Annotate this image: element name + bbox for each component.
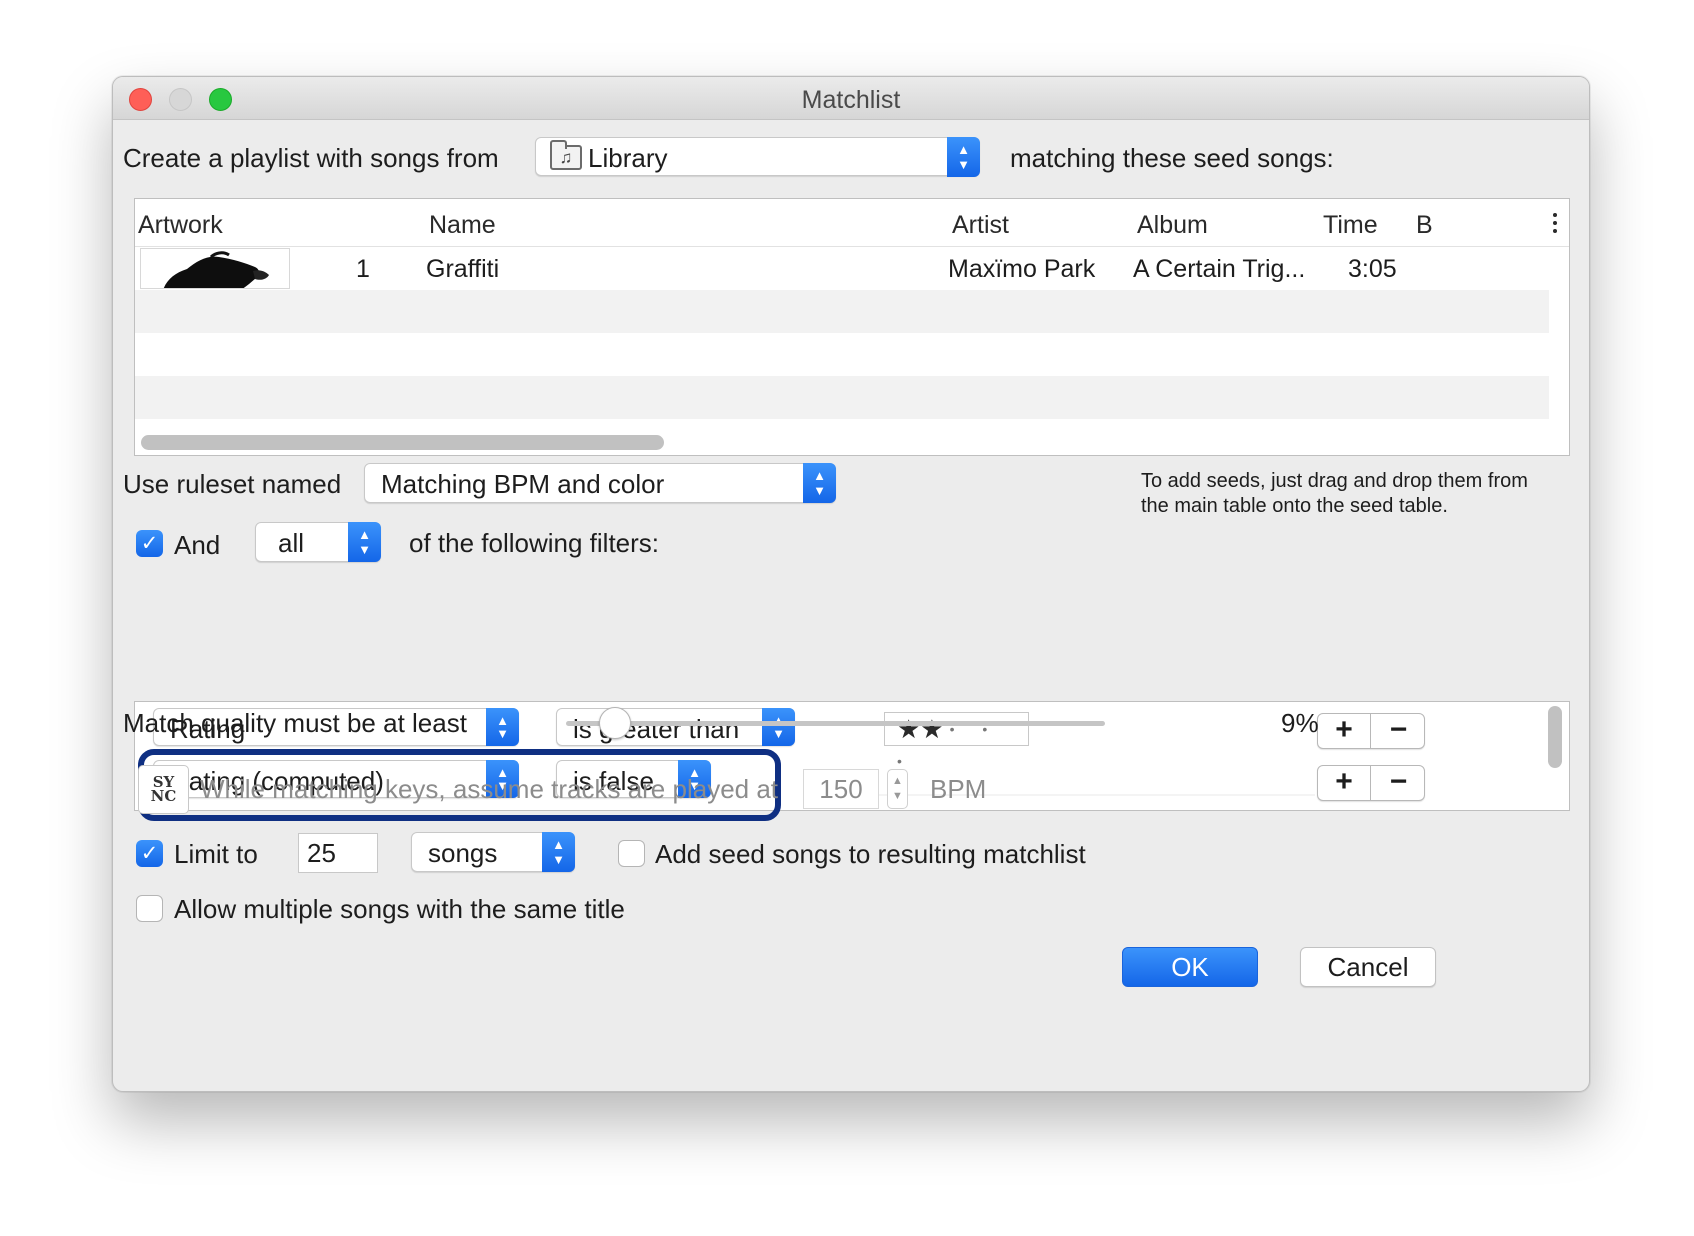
ok-button[interactable]: OK [1122,947,1258,987]
library-folder-icon: ♫ [550,140,582,170]
match-quality-slider-knob[interactable] [598,707,631,739]
track-album: A Certain Trig... [1133,255,1306,283]
seed-hint-line-1: To add seeds, just drag and drop them fr… [1141,470,1528,492]
popup-arrows-icon: ▲▼ [542,832,575,872]
allow-duplicates-label: Allow multiple songs with the same title [174,894,625,924]
title-bar[interactable]: Matchlist [113,77,1589,120]
filters-vertical-scrollbar[interactable] [1548,706,1562,768]
source-suffix-label: matching these seed songs: [1010,143,1334,173]
popup-arrows-icon: ▲▼ [762,708,795,746]
column-header-time[interactable]: Time [1323,211,1378,240]
track-artist: Maxïmo Park [948,255,1096,283]
filter-2-add-button[interactable]: + [1318,766,1371,800]
filled-stars-icon: ★★ [897,714,944,744]
seed-hint-text: To add seeds, just drag and drop them fr… [1141,469,1528,519]
filter-1-operator-popup[interactable]: is greater than ▲▼ [556,708,795,746]
track-time: 3:05 [1348,255,1397,283]
limit-unit-popup[interactable]: songs ▲ ▼ [411,832,575,872]
add-seeds-label: Add seed songs to resulting matchlist [655,839,1086,869]
filter-2-add-remove: + − [1317,765,1425,801]
filter-1-add-remove: + − [1317,713,1425,749]
allow-duplicates-checkbox[interactable] [136,895,163,922]
limit-unit-value: songs [428,838,498,868]
source-popup-value: Library [588,143,668,173]
column-header-album[interactable]: Album [1137,211,1208,240]
horizontal-scrollbar[interactable] [141,435,664,450]
popup-arrows-icon: ▲▼ [348,522,381,562]
bpm-field[interactable]: 150 [803,769,879,809]
empty-table-row [135,333,1549,376]
column-header-artwork[interactable]: Artwork [138,211,223,240]
source-popup[interactable]: ♫ Library ▲ ▼ [535,137,980,177]
filters-suffix-label: of the following filters: [409,528,660,558]
source-prefix-label: Create a playlist with songs from [123,143,499,173]
limit-checkbox[interactable]: ✓ [136,840,163,867]
and-checkbox[interactable]: ✓ [136,530,163,557]
column-menu-icon[interactable] [1553,213,1557,235]
cancel-button[interactable]: Cancel [1300,947,1436,987]
filter-1-add-button[interactable]: + [1318,714,1371,748]
filter-1-star-rating[interactable]: ★★ • • • [884,712,1029,769]
window-title: Matchlist [801,86,901,114]
popup-arrows-icon: ▲▼ [947,137,980,177]
sync-icon[interactable]: SY NC [138,765,189,814]
seed-table-header: Artwork Name Artist Album Time B [135,199,1569,247]
quantifier-popup-value: all [278,528,305,558]
table-row[interactable]: 1 Graffiti Maxïmo Park A Certain Trig...… [135,247,1549,290]
filter-2-remove-button[interactable]: − [1372,766,1425,800]
filter-1-operator-value: is greater than [573,714,740,744]
ruleset-label: Use ruleset named [123,469,342,499]
match-quality-label: Match quality must be at least [123,708,467,738]
limit-checkbox-label: Limit to [174,839,258,869]
add-seeds-checkbox[interactable] [618,840,645,867]
column-header-bpm[interactable]: B [1416,211,1433,240]
matchlist-dialog: Matchlist Create a playlist with songs f… [112,76,1590,1092]
match-quality-slider-track[interactable] [566,721,1105,726]
column-header-artist[interactable]: Artist [952,211,1009,240]
track-number: 1 [356,255,370,283]
sync-icon-bottom-text: NC [150,787,177,805]
limit-count-field[interactable]: 25 [298,833,378,873]
popup-arrows-icon: ▲▼ [486,708,519,746]
bpm-stepper[interactable]: ▲ ▼ [887,769,908,809]
quantifier-popup[interactable]: all ▲ ▼ [255,522,381,562]
filter-1-remove-button[interactable]: − [1372,714,1425,748]
key-matching-label: While matching keys, assume tracks are p… [200,774,779,804]
seed-hint-line-2: the main table onto the seed table. [1141,495,1448,517]
popup-arrows-icon: ▲▼ [803,463,836,503]
empty-table-row [135,290,1549,333]
ruleset-popup[interactable]: Matching BPM and color ▲ ▼ [364,463,836,503]
bpm-unit-label: BPM [930,774,987,804]
track-name: Graffiti [426,255,500,283]
column-header-name[interactable]: Name [429,211,496,240]
seed-table[interactable]: Artwork Name Artist Album Time B 1 Graff… [134,198,1570,456]
empty-table-row [135,376,1549,419]
match-quality-value: 9% [1281,708,1319,738]
and-checkbox-label: And [174,530,221,560]
ruleset-popup-value: Matching BPM and color [381,469,665,499]
album-artwork-image [140,248,290,289]
